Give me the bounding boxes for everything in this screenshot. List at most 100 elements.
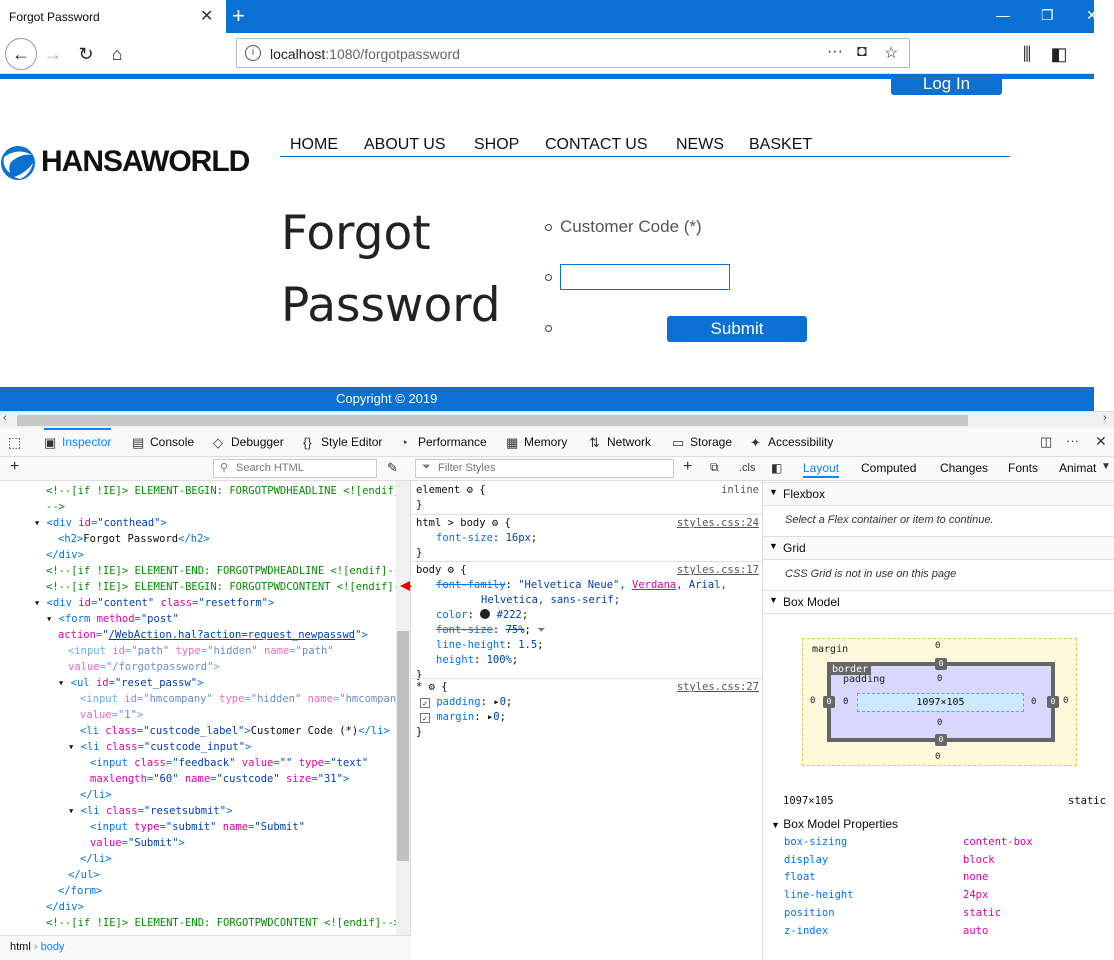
scroll-right-icon[interactable]: ›: [1103, 412, 1107, 424]
horizontal-scrollbar[interactable]: ‹ ›: [0, 411, 1114, 428]
restore-icon[interactable]: ❐: [1041, 7, 1054, 24]
markup-line[interactable]: maxlength="60" name="custcode" size="31"…: [90, 772, 349, 788]
markup-line[interactable]: <!--[if !IE]> ELEMENT-BEGIN: FORGOTPWDHE…: [46, 484, 396, 500]
scrollbar-thumb[interactable]: [397, 631, 409, 861]
markup-line[interactable]: ▾ <li class="resetsubmit">: [68, 804, 232, 820]
filter-icon[interactable]: ⏷: [537, 624, 545, 636]
rule-source[interactable]: styles.css:27: [677, 680, 759, 695]
prop-value[interactable]: block: [963, 854, 995, 866]
back-arrow-icon[interactable]: ←: [5, 38, 37, 70]
reload-icon[interactable]: ↻: [73, 41, 99, 67]
browser-tab[interactable]: Forgot Password ✕: [0, 0, 226, 33]
nav-home[interactable]: HOME: [290, 136, 338, 154]
content-box[interactable]: 1097×105: [857, 693, 1024, 712]
markup-line[interactable]: <input id="hmcompany" type="hidden" name…: [80, 692, 396, 708]
markup-line[interactable]: <!--[if !IE]> ELEMENT-BEGIN: FORGOTPWDCO…: [46, 580, 396, 596]
tab-fonts[interactable]: Fonts: [1008, 461, 1038, 475]
markup-line[interactable]: </ul>: [68, 868, 100, 884]
margin-right-value[interactable]: 0: [1063, 696, 1068, 706]
more-options-icon[interactable]: ···: [1066, 433, 1079, 448]
library-icon[interactable]: ⫼: [1014, 41, 1040, 67]
markup-line[interactable]: </div>: [46, 900, 84, 916]
rule-declaration[interactable]: font-family: "Helvetica Neue", Verdana, …: [436, 578, 727, 593]
padding-top-value[interactable]: 0: [937, 674, 942, 684]
tab-changes[interactable]: Changes: [940, 461, 988, 475]
prop-value[interactable]: static: [963, 907, 1001, 919]
rule-selector[interactable]: element ⚙ {: [416, 483, 486, 498]
color-swatch[interactable]: [480, 609, 491, 619]
toggle-pane-icon[interactable]: ◧: [771, 461, 782, 475]
border-top-value[interactable]: 0: [935, 658, 947, 670]
close-window-icon[interactable]: ✕: [1086, 7, 1098, 24]
tab-inspector[interactable]: ▣ Inspector: [44, 428, 112, 457]
breadcrumb-html[interactable]: html: [10, 941, 31, 953]
nav-contact-us[interactable]: CONTACT US: [545, 136, 648, 154]
tab-performance[interactable]: ◔ Performance: [400, 428, 487, 457]
rule-declaration[interactable]: ✓ padding: ▸0;: [420, 695, 512, 710]
rule-selector[interactable]: html > body ⚙ {: [416, 516, 511, 531]
scrollbar-thumb[interactable]: [17, 415, 968, 426]
boxmodel-section-header[interactable]: ▼ Box Model: [763, 590, 1114, 614]
rule-declaration[interactable]: color: #222;: [436, 608, 528, 623]
tab-debugger[interactable]: ◇ Debugger: [213, 428, 284, 457]
tab-animations[interactable]: Animat: [1059, 461, 1096, 475]
tab-layout[interactable]: Layout: [803, 461, 840, 478]
prop-value[interactable]: content-box: [963, 836, 1033, 848]
tab-style-editor[interactable]: {} Style Editor: [303, 428, 382, 457]
padding-left-value[interactable]: 0: [843, 697, 848, 707]
tab-console[interactable]: ▤ Console: [132, 428, 194, 457]
markup-line[interactable]: -->: [46, 500, 65, 516]
rule-source[interactable]: styles.css:17: [677, 563, 759, 578]
markup-line[interactable]: </li>: [80, 788, 112, 804]
margin-left-value[interactable]: 0: [810, 696, 815, 706]
customer-code-input[interactable]: [560, 264, 730, 290]
padding-right-value[interactable]: 0: [1031, 697, 1036, 707]
chevron-down-icon[interactable]: ▼: [1101, 461, 1111, 472]
padding-bottom-value[interactable]: 0: [937, 718, 942, 728]
rule-selector[interactable]: * ⚙ {: [416, 680, 448, 695]
border-right-value[interactable]: 0: [1047, 696, 1059, 708]
login-button[interactable]: Log In: [891, 74, 1002, 95]
rule-source[interactable]: inline: [721, 483, 759, 498]
markup-line[interactable]: <h2>Forgot Password</h2>: [58, 532, 210, 548]
boxmodel-props-header[interactable]: ▼ Box Model Properties: [771, 817, 898, 831]
markup-line[interactable]: ▾ <div id="conthead">: [34, 516, 167, 532]
markup-line[interactable]: action="/WebAction.hal?action=request_ne…: [58, 628, 368, 644]
pocket-icon[interactable]: ◘: [857, 43, 867, 61]
close-devtools-icon[interactable]: ✕: [1095, 433, 1107, 450]
add-node-icon[interactable]: +: [10, 458, 19, 476]
prop-value[interactable]: none: [963, 871, 988, 883]
margin-top-value[interactable]: 0: [935, 641, 940, 651]
close-tab-icon[interactable]: ✕: [200, 6, 213, 26]
toggle-pseudo-class-icon[interactable]: ⧉: [710, 460, 719, 475]
rule-declaration[interactable]: height: 100%;: [436, 653, 518, 668]
dock-icon[interactable]: ◫: [1040, 434, 1052, 450]
prop-value[interactable]: auto: [963, 925, 988, 937]
prop-value[interactable]: 24px: [963, 889, 988, 901]
cls-toggle[interactable]: .cls: [739, 462, 756, 474]
border-bottom-value[interactable]: 0: [935, 734, 947, 746]
tab-network[interactable]: ⇅ Network: [589, 428, 651, 457]
tab-storage[interactable]: ▭ Storage: [672, 428, 732, 457]
markup-line[interactable]: ▾ <form method="post": [46, 612, 179, 628]
page-actions-icon[interactable]: ···: [827, 43, 843, 61]
breadcrumb-body[interactable]: body: [41, 941, 65, 953]
flexbox-section-header[interactable]: ▼ Flexbox: [763, 482, 1114, 506]
sidebar-icon[interactable]: ◧: [1046, 41, 1072, 67]
eyedropper-icon[interactable]: ✎: [387, 460, 398, 476]
rule-source[interactable]: styles.css:24: [677, 516, 759, 531]
scroll-left-icon[interactable]: ‹: [3, 412, 7, 424]
url-bar[interactable]: i localhost:1080/forgotpassword ··· ◘ ☆: [236, 38, 910, 68]
markup-line[interactable]: value="/forgotpassword">: [68, 660, 220, 676]
hansaworld-logo[interactable]: HANSAWORLD: [0, 143, 260, 183]
nav-shop[interactable]: SHOP: [474, 136, 519, 154]
search-html-input[interactable]: ⚲ Search HTML: [213, 459, 377, 478]
rule-declaration[interactable]: font-size: 75%; ⏷: [436, 623, 546, 638]
grid-section-header[interactable]: ▼ Grid: [763, 536, 1114, 560]
tab-memory[interactable]: ▦ Memory: [506, 428, 567, 457]
markup-line[interactable]: value="Submit">: [90, 836, 185, 852]
rule-selector[interactable]: body ⚙ {: [416, 563, 467, 578]
enable-checkbox[interactable]: ✓: [420, 698, 430, 708]
bookmark-star-icon[interactable]: ☆: [884, 43, 898, 63]
forward-arrow-icon[interactable]: →: [40, 41, 66, 67]
